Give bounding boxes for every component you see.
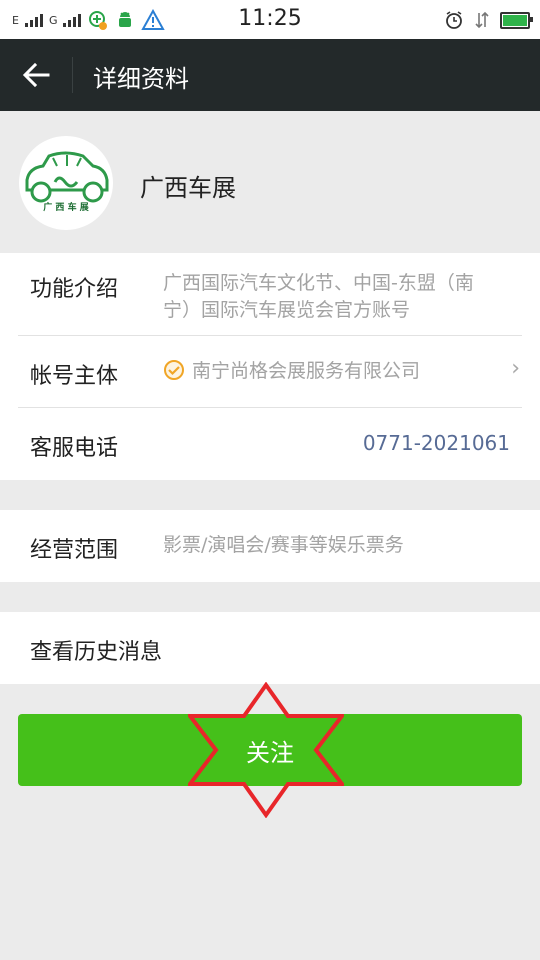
function-intro-value-line1: 广西国际汽车文化节、中国-东盟（南 xyxy=(163,272,474,294)
top-app-bar: 详细资料 xyxy=(0,39,540,111)
profile-header: 广 西 车 展 广西车展 xyxy=(0,111,540,253)
battery-icon xyxy=(500,11,533,29)
back-button[interactable] xyxy=(14,57,58,93)
account-owner-value: 南宁尚格会展服务有限公司 xyxy=(192,360,421,382)
status-bar: E G 11:25 xyxy=(0,0,540,39)
back-arrow-icon xyxy=(22,62,50,88)
header-divider xyxy=(72,57,73,93)
customer-service-phone-link[interactable]: 0771-2021061 xyxy=(363,431,510,455)
data-transfer-icon xyxy=(475,11,489,29)
business-scope-value: 影票/演唱会/赛事等娱乐票务 xyxy=(163,534,404,556)
account-owner-label: 帐号主体 xyxy=(30,364,119,389)
account-avatar[interactable]: 广 西 车 展 xyxy=(19,136,113,230)
function-intro-label: 功能介绍 xyxy=(30,277,119,302)
chevron-right-icon: › xyxy=(511,356,520,381)
history-messages-row[interactable]: 查看历史消息 xyxy=(0,612,540,684)
follow-button-label: 关注 xyxy=(246,738,294,767)
history-messages-label: 查看历史消息 xyxy=(30,640,163,665)
function-intro-row: 功能介绍 广西国际汽车文化节、中国-东盟（南 宁）国际汽车展览会官方账号 xyxy=(0,253,540,335)
function-intro-value-line2: 宁）国际汽车展览会官方账号 xyxy=(163,299,411,321)
customer-service-label: 客服电话 xyxy=(30,436,119,461)
page-title: 详细资料 xyxy=(93,65,189,93)
status-right-group xyxy=(444,9,533,31)
verified-check-icon xyxy=(164,360,184,380)
car-logo-icon: 广 西 车 展 xyxy=(25,151,109,213)
business-scope-section: 经营范围 影票/演唱会/赛事等娱乐票务 xyxy=(0,510,540,582)
follow-button[interactable]: 关注 xyxy=(18,714,522,786)
account-name: 广西车展 xyxy=(140,174,236,202)
account-owner-row[interactable]: 帐号主体 南宁尚格会展服务有限公司 › xyxy=(0,336,540,407)
customer-service-row: 客服电话 0771-2021061 xyxy=(0,408,540,480)
business-scope-label: 经营范围 xyxy=(30,538,119,563)
battery-level xyxy=(503,14,527,26)
account-info-section: 功能介绍 广西国际汽车文化节、中国-东盟（南 宁）国际汽车展览会官方账号 帐号主… xyxy=(0,253,540,480)
logo-caption: 广 西 车 展 xyxy=(43,201,88,213)
alarm-icon xyxy=(446,11,462,29)
